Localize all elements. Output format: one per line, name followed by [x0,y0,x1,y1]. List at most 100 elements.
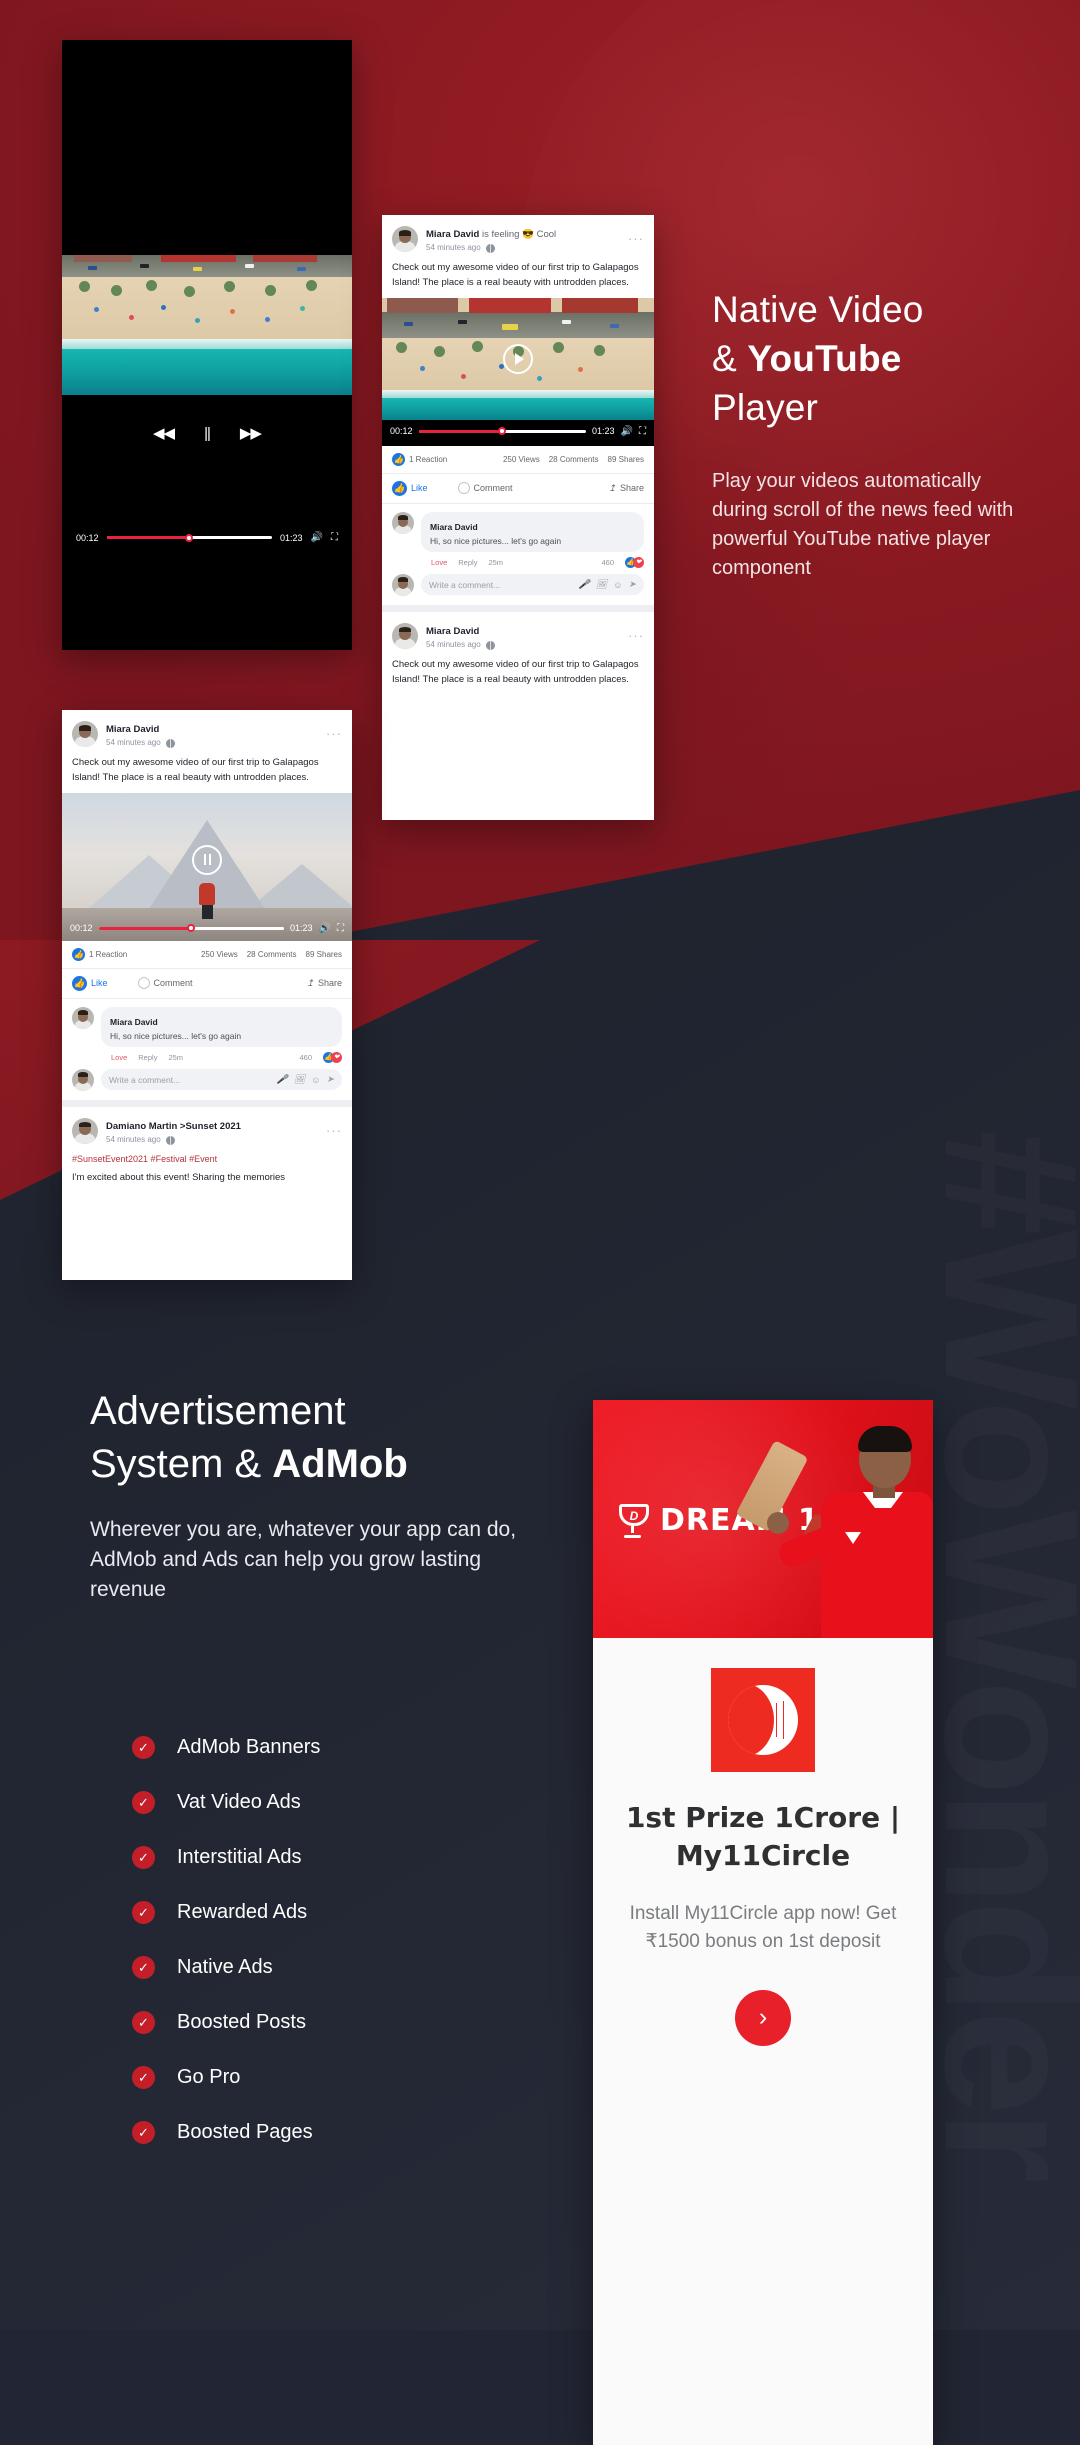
beach-car [296,267,306,271]
comment-author[interactable]: Miara David [430,522,478,532]
share-button[interactable]: ↥ Share [306,978,342,989]
ad-card[interactable]: DREAM 11 1st Prize 1Crore | My11Circle I… [593,1400,933,2445]
video-transport-controls[interactable]: ◀◀ || ▶▶ [62,420,352,446]
comment-input-box[interactable]: Write a comment... 🎤 🖼 ☺ ➤ [101,1069,342,1091]
avatar[interactable] [392,622,418,649]
comment-input-box[interactable]: Write a comment... 🎤 🖼 ☺ ➤ [421,574,644,596]
comment-reply-button[interactable]: Reply [458,558,477,567]
avatar[interactable] [72,1117,98,1144]
seek-bar[interactable] [418,427,587,436]
comment-love-button[interactable]: Love [111,1053,127,1062]
post-author-name[interactable]: Miara David [106,724,159,735]
beach-car [88,266,98,270]
next-post-author-name[interactable]: Miara David [426,626,479,637]
video-seek-row[interactable]: 00:12 01:23 🔊 ⛶ [390,426,646,437]
seek-bar-handle[interactable] [498,427,507,436]
ad-banner[interactable]: DREAM 11 [593,1400,933,1638]
emoji-icon[interactable]: ☺ [311,1075,320,1085]
view-count: 250 Views [502,454,540,464]
pause-icon[interactable]: || [204,425,211,442]
like-button[interactable]: 👍 Like [392,480,428,496]
pause-button[interactable] [192,844,222,875]
reaction-count[interactable]: 1 Reaction [89,950,127,959]
next-post-more-icon[interactable]: ··· [322,1124,342,1137]
avatar[interactable] [392,573,414,596]
share-button[interactable]: ↥ Share [608,483,644,494]
beach-car [403,321,413,326]
fullscreen-icon[interactable]: ⛶ [337,923,344,934]
seek-bar-handle[interactable] [187,924,196,933]
beach-umbrella [420,365,426,371]
emoji-icon[interactable]: ☺ [613,580,622,590]
video-seek-row[interactable]: 00:12 01:23 🔊 ⛶ [76,532,338,543]
post-author-name[interactable]: Miara David is feeling 😎 Cool [426,229,556,240]
image-icon[interactable]: 🖼 [596,579,607,590]
ad-player-photo [735,1420,933,1638]
fullscreen-icon[interactable]: ⛶ [639,426,646,437]
rewind-icon[interactable]: ◀◀ [153,424,175,442]
heading-line-2-plain: & [712,338,748,380]
feeling-label: Cool [536,229,557,240]
comment-text: Hi, so nice pictures... let's go again [110,1030,242,1041]
post-video-control-bar[interactable]: 00:12 01:23 🔊 ⛶ [382,419,654,446]
image-icon[interactable]: 🖼 [294,1074,305,1085]
post-more-icon[interactable]: ··· [322,727,342,740]
ad-cta-button[interactable]: › [735,1989,791,2046]
beach-palm [305,280,317,291]
post-body-text: Check out my awesome video of our first … [392,262,639,288]
volume-icon[interactable]: 🔊 [311,532,323,543]
comment-reply-button[interactable]: Reply [138,1053,157,1062]
seek-bar[interactable] [98,924,285,933]
page-label[interactable]: Sunset 2021 [185,1121,240,1132]
comment-count[interactable]: 28 Comments [549,455,599,464]
ads-section-paragraph: Wherever you are, whatever your app can … [90,1518,517,1601]
check-icon: ✓ [132,1956,155,1979]
reaction-count[interactable]: 1 Reaction [409,455,447,464]
share-count[interactable]: 89 Shares [608,455,644,464]
thumbs-up-icon: 👍 [392,452,405,466]
feed-post-card-beach[interactable]: Miara David is feeling 😎 Cool 54 minutes… [382,215,654,820]
next-post-more-icon[interactable]: ··· [624,629,644,642]
post-video-media[interactable]: 00:12 01:23 🔊 ⛶ [62,792,352,941]
avatar[interactable] [72,1006,94,1029]
next-post-meta: 54 minutes ago [426,640,616,650]
comment-button[interactable]: Comment [457,482,513,495]
comment-input-placeholder[interactable]: Write a comment... [109,1075,271,1085]
post-stats-bar: 👍 1 Reaction 250 Views 28 Comments 89 Sh… [382,446,654,474]
share-count[interactable]: 89 Shares [306,950,342,959]
send-icon[interactable]: ➤ [628,579,636,590]
avatar[interactable] [72,720,98,747]
microphone-icon[interactable]: 🎤 [579,579,590,590]
microphone-icon[interactable]: 🎤 [277,1074,288,1085]
beach-umbrella [265,317,270,322]
comment-author[interactable]: Miara David [110,1017,158,1027]
comment-input-placeholder[interactable]: Write a comment... [429,580,573,590]
forward-icon[interactable]: ▶▶ [240,424,262,442]
post-more-icon[interactable]: ··· [624,232,644,245]
comment-love-button[interactable]: Love [431,558,447,567]
like-button[interactable]: 👍 Like [72,975,108,991]
comment-count[interactable]: 28 Comments [247,950,297,959]
beach-surf [382,389,654,398]
send-icon[interactable]: ➤ [326,1074,334,1085]
avatar[interactable] [72,1068,94,1091]
volume-icon[interactable]: 🔊 [621,426,633,437]
video-seek-row[interactable]: 00:12 01:23 🔊 ⛶ [70,923,344,934]
volume-icon[interactable]: 🔊 [319,923,331,934]
beach-umbrella [537,375,543,381]
beach-artwork [62,255,352,395]
avatar[interactable] [392,511,414,534]
feed-post-card-mountain[interactable]: Miara David 54 minutes ago ··· Check out… [62,710,352,1280]
play-button[interactable] [503,343,533,374]
post-video-media[interactable] [382,297,654,420]
comment-button[interactable]: Comment [137,977,193,990]
current-time-label: 00:12 [70,923,93,934]
beach-building [561,297,638,313]
seek-bar[interactable] [106,533,273,542]
seek-bar-handle[interactable] [185,533,194,542]
post-hashtags[interactable]: #SunsetEvent2021 #Festival #Event [62,1151,352,1167]
fullscreen-video-player[interactable]: ◀◀ || ▶▶ 00:12 01:23 🔊 ⛶ [62,40,352,650]
next-post-author-name[interactable]: Damiano Martin >Sunset 2021 [106,1121,241,1132]
fullscreen-icon[interactable]: ⛶ [331,532,338,543]
avatar[interactable] [392,225,418,252]
